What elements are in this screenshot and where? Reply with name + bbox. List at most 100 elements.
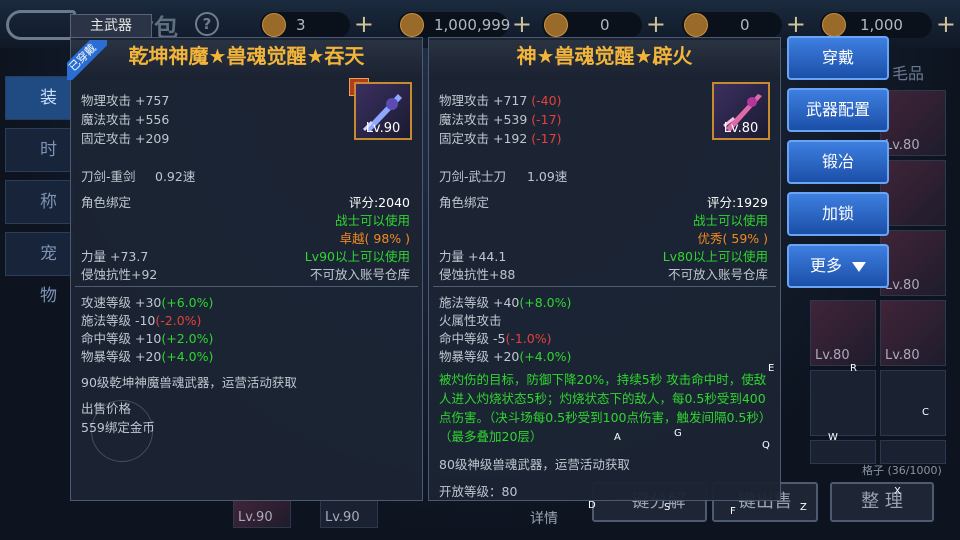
stat-line: 固定攻击 +209 [81, 131, 170, 146]
key-hint: R [850, 363, 857, 374]
add-gold-button[interactable]: + [512, 12, 532, 36]
bag-slot[interactable] [810, 370, 876, 436]
equipped-label: 已穿戴 [67, 40, 107, 80]
grade-line: 物暴等级 +20(+4.0%) [81, 346, 213, 365]
key-hint: E [768, 363, 775, 374]
bag-slot[interactable]: Lv.80 [880, 230, 946, 296]
token-icon [822, 13, 846, 37]
slot-level: Lv.80 [885, 278, 920, 293]
divider [75, 286, 418, 287]
grade-line: 攻速等级 +30(+6.0%) [81, 292, 213, 311]
weapon-type: 刀剑-武士刀 [439, 169, 507, 184]
key-hint: X [894, 486, 901, 497]
item-level: Lv.90 [365, 121, 401, 136]
item-name: 神★兽魂觉醒★辟火 [429, 40, 780, 80]
strength: 力量 +73.7 [81, 249, 149, 264]
resource-ticket: 0 + [542, 12, 666, 38]
wear-button[interactable]: 穿戴 [787, 36, 889, 80]
grade-text: 物暴等级 +20 [81, 349, 162, 364]
grade-delta: (+6.0%) [161, 295, 214, 310]
grade-text: 命中等级 -5 [439, 331, 506, 346]
main-weapon-tab: 主武器 [70, 14, 152, 38]
resource-token: 1,000 + [820, 12, 956, 38]
stat-delta: (-17) [531, 112, 562, 127]
sort-button[interactable]: 整 理 [830, 482, 934, 522]
more-button[interactable]: 更多 [787, 244, 889, 288]
stat-line: 固定攻击 +192 (-17) [439, 128, 561, 147]
grade-line: 命中等级 +10(+2.0%) [81, 328, 213, 347]
slot-level: Lv.90 [325, 510, 360, 525]
stat-text: 魔法攻击 +539 [439, 112, 528, 127]
weapon-config-label: 武器配置 [805, 100, 870, 119]
key-hint: S [664, 502, 671, 513]
grade-text: 攻速等级 +30 [81, 295, 162, 310]
add-gem-button[interactable]: + [354, 12, 374, 36]
gem-icon [262, 13, 286, 37]
tab-equipment[interactable]: 装备 [5, 76, 73, 150]
grade-text: 施法等级 -10 [81, 313, 156, 328]
resource-value: 1,000 [860, 16, 903, 34]
joystick[interactable] [91, 400, 153, 462]
tab-label: 宠物 [40, 244, 57, 306]
resource-value: 3 [296, 16, 306, 34]
help-icon[interactable]: ? [195, 12, 219, 36]
item-source: 90级乾坤神魔兽魂武器，运营活动获取 [81, 375, 297, 390]
weapon-icon: Lv.80 [712, 82, 770, 140]
slot-level: Lv.90 [238, 510, 273, 525]
bag-slot[interactable]: Lv.80 [880, 300, 946, 366]
bag-slot[interactable] [810, 440, 876, 464]
grade-line: 火属性攻击 [439, 310, 502, 329]
open-level: 开放等级：80 [439, 484, 518, 499]
coin-icon [684, 13, 708, 37]
special-effect: 被灼伤的目标，防御下降20%，持续5秒 攻击命中时，使敌人进入灼烧状态5秒；灼烧… [439, 372, 772, 444]
add-ticket-button[interactable]: + [646, 12, 666, 36]
tab-fashion[interactable]: 时装 [5, 128, 73, 202]
item-score: 评分:2040 [348, 195, 410, 210]
bottom-slot[interactable]: Lv.90 [320, 500, 378, 528]
tab-pet[interactable]: 宠物 [5, 232, 73, 306]
stat-line: 物理攻击 +717 (-40) [439, 90, 561, 109]
account-storage-note: 不可放入账号仓库 [667, 267, 768, 282]
ticket-icon [544, 13, 568, 37]
forge-button[interactable]: 锻冶 [787, 140, 889, 184]
stat-line: 物理攻击 +757 [81, 93, 170, 108]
item-score: 评分:1929 [706, 195, 768, 210]
tab-title[interactable]: 称号 [5, 180, 73, 254]
strength: 力量 +44.1 [439, 249, 507, 264]
bag-slot[interactable] [880, 370, 946, 436]
bag-slot[interactable]: Lv.80 [880, 90, 946, 156]
grade-text: 施法等级 +40 [439, 295, 520, 310]
level-requirement: Lv90以上可以使用 [304, 249, 410, 264]
add-token-button[interactable]: + [936, 12, 956, 36]
weapon-config-button[interactable]: 武器配置 [787, 88, 889, 132]
key-hint: A [614, 432, 621, 443]
grade-line: 物暴等级 +20(+4.0%) [439, 346, 571, 365]
grade-delta: (+2.0%) [161, 331, 214, 346]
stat-text: 固定攻击 +192 [439, 131, 528, 146]
key-hint: D [588, 500, 596, 511]
resource-gem: 3 + [260, 12, 374, 38]
resource-value: 0 [740, 16, 750, 34]
attack-speed: 1.09速 [527, 169, 568, 184]
bag-slot[interactable] [880, 440, 946, 464]
back-button[interactable] [6, 10, 76, 40]
add-coin-button[interactable]: + [786, 12, 806, 36]
slot-level: Lv.80 [815, 348, 850, 363]
grade-text: 火属性攻击 [439, 313, 502, 328]
stat-delta: (-40) [531, 93, 562, 108]
bag-slot[interactable] [880, 160, 946, 226]
grade-line: 命中等级 -5(-1.0%) [439, 328, 551, 347]
grade-delta: (-2.0%) [155, 313, 202, 328]
grade-text: 命中等级 +10 [81, 331, 162, 346]
resource-coin: 0 + [682, 12, 806, 38]
resource-value: 0 [600, 16, 610, 34]
details-button[interactable]: 详情 [530, 508, 558, 528]
corrosion-resist: 侵蚀抗性+92 [81, 267, 158, 282]
stat-text: 物理攻击 +717 [439, 93, 528, 108]
forge-label: 锻冶 [821, 152, 854, 171]
bottom-slot[interactable]: Lv.90 [233, 500, 291, 528]
weapon-icon: Lv.90 [354, 82, 412, 140]
bag-slot[interactable]: Lv.80 [810, 300, 876, 366]
grade-delta: (+4.0%) [519, 349, 572, 364]
lock-button[interactable]: 加锁 [787, 192, 889, 236]
